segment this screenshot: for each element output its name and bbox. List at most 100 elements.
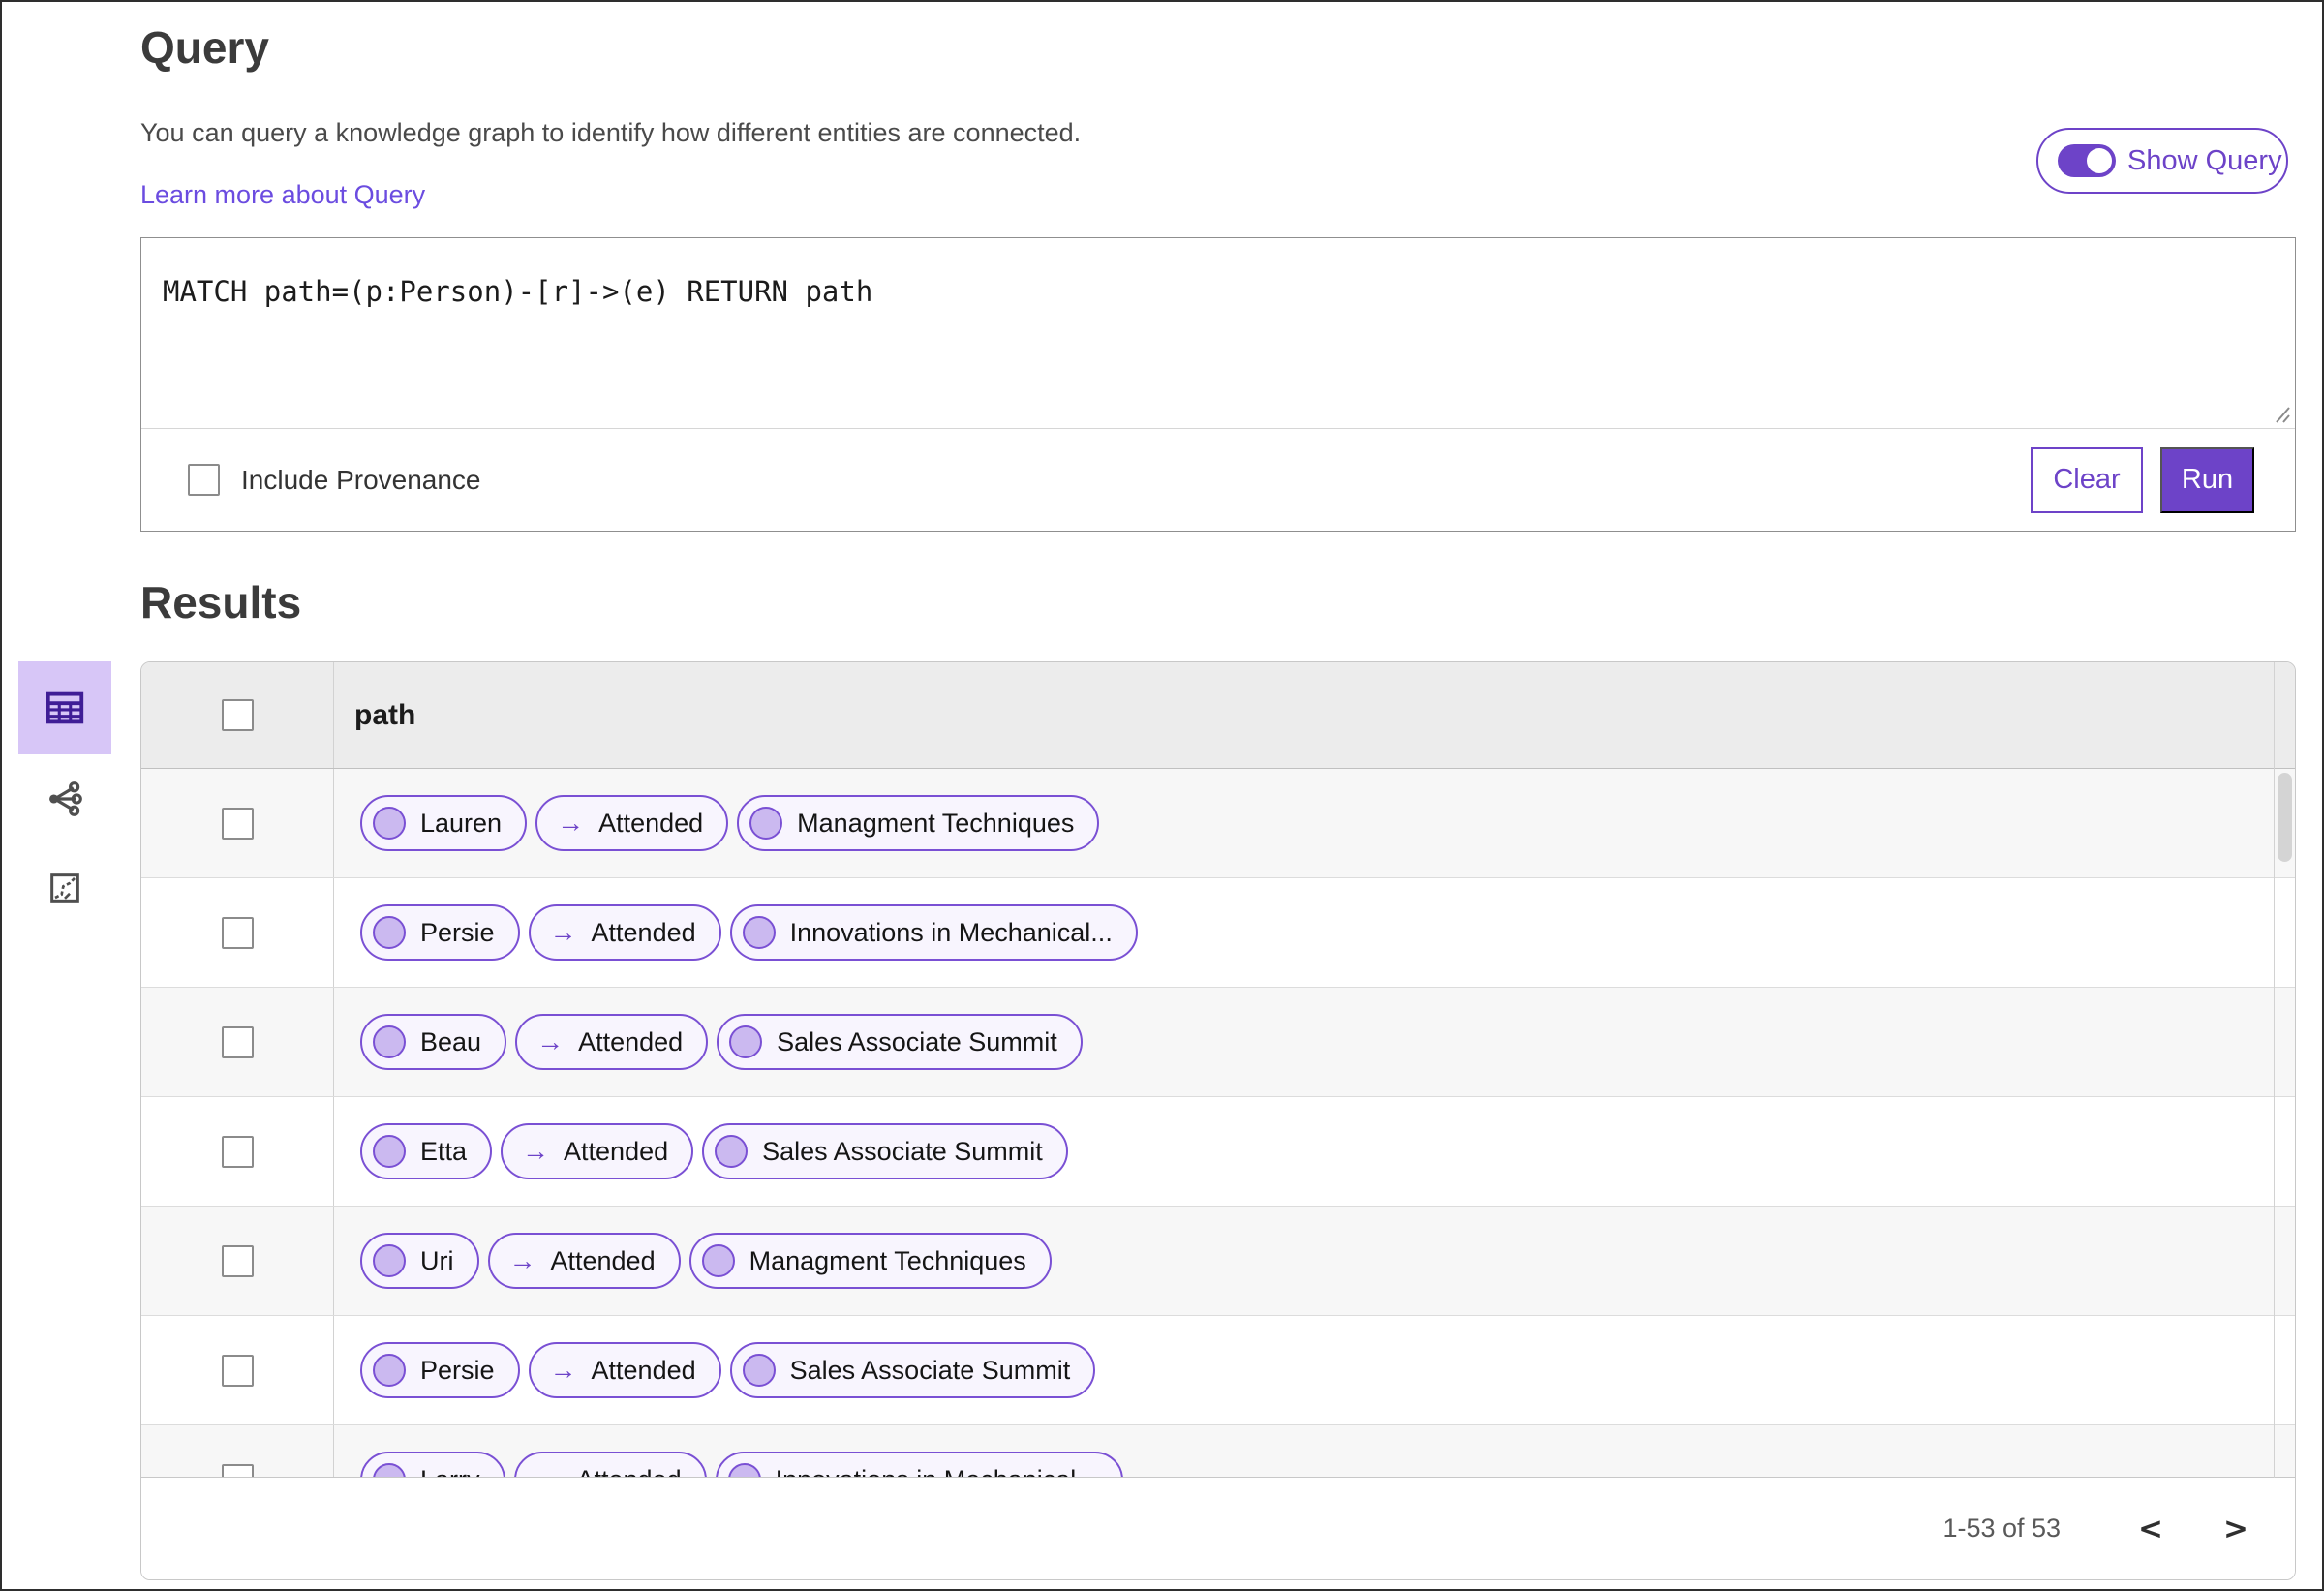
- node-pill[interactable]: Larry: [360, 1452, 505, 1478]
- node-label: Sales Associate Summit: [789, 1355, 1071, 1385]
- table-row[interactable]: Beau → Attended Sales Associate Summit: [141, 988, 2295, 1097]
- node-label: Sales Associate Summit: [762, 1136, 1043, 1166]
- node-label: Larry: [420, 1465, 480, 1479]
- table-row[interactable]: Persie → Attended Innovations in Mechanic…: [141, 878, 2295, 988]
- table-row[interactable]: Lauren → Attended Managment Techniques: [141, 769, 2295, 878]
- row-checkbox-cell: [141, 1207, 334, 1315]
- node-pill[interactable]: Etta: [360, 1123, 493, 1179]
- node-pill[interactable]: Managment Techniques: [737, 795, 1100, 851]
- node-icon: [373, 1135, 406, 1168]
- row-checkbox[interactable]: [221, 1463, 254, 1478]
- arrow-right-icon: →: [522, 1136, 550, 1166]
- page-title: Query: [140, 22, 269, 73]
- node-pill[interactable]: Lauren: [360, 795, 528, 851]
- node-label: Persie: [420, 917, 495, 947]
- table-body: Lauren → Attended Managment Techniques Pe…: [141, 769, 2295, 1478]
- learn-more-link[interactable]: Learn more about Query: [140, 180, 425, 210]
- edge-label: Attended: [598, 808, 704, 838]
- edge-pill[interactable]: → Attended: [513, 1452, 707, 1479]
- row-checkbox[interactable]: [221, 807, 254, 840]
- run-button[interactable]: Run: [2160, 446, 2254, 513]
- toggle-on-icon[interactable]: [2058, 144, 2116, 177]
- query-editor[interactable]: MATCH path=(p:Person)-[r]->(e) RETURN pa…: [141, 238, 2295, 429]
- edge-label: Attended: [550, 1245, 656, 1275]
- page-description: You can query a knowledge graph to ident…: [140, 118, 1082, 147]
- table-view-icon: [46, 691, 84, 724]
- row-checkbox[interactable]: [221, 1354, 254, 1387]
- edge-label: Attended: [591, 1355, 696, 1385]
- vertical-scrollbar[interactable]: [2274, 662, 2295, 1478]
- show-query-label: Show Query: [2127, 144, 2282, 176]
- select-all-cell: [141, 662, 334, 768]
- query-footer: Include Provenance Clear Run: [141, 429, 2295, 531]
- row-checkbox-cell: [141, 988, 334, 1096]
- graph-view-button[interactable]: [18, 754, 111, 843]
- node-pill[interactable]: Innovations in Mechanical...: [729, 904, 1138, 961]
- row-checkbox-cell: [141, 769, 334, 877]
- row-checkbox[interactable]: [221, 916, 254, 949]
- include-provenance-label: Include Provenance: [241, 464, 481, 495]
- node-pill[interactable]: Sales Associate Summit: [702, 1123, 1068, 1179]
- node-icon: [373, 1463, 406, 1478]
- resize-handle-icon[interactable]: [2269, 406, 2290, 423]
- table-row[interactable]: Larry → Attended Innovations in Mechanica…: [141, 1425, 2295, 1478]
- edge-label: Attended: [577, 1465, 682, 1479]
- node-label: Innovations in Mechanical...: [789, 917, 1113, 947]
- show-query-toggle-button[interactable]: Show Query: [2036, 128, 2288, 194]
- node-label: Sales Associate Summit: [777, 1026, 1057, 1056]
- edge-label: Attended: [578, 1026, 684, 1056]
- edge-pill[interactable]: → Attended: [487, 1233, 681, 1289]
- node-icon: [373, 916, 406, 949]
- node-icon: [373, 1244, 406, 1277]
- chevron-left-icon[interactable]: <: [2138, 1512, 2163, 1546]
- table-row[interactable]: Persie → Attended Sales Associate Summit: [141, 1316, 2295, 1425]
- node-label: Beau: [420, 1026, 482, 1056]
- results-title: Results: [140, 577, 302, 627]
- row-checkbox[interactable]: [221, 1135, 254, 1168]
- include-provenance-checkbox[interactable]: [188, 464, 220, 496]
- select-all-checkbox[interactable]: [221, 699, 254, 731]
- node-pill[interactable]: Managment Techniques: [688, 1233, 1052, 1289]
- arrow-right-icon: →: [549, 917, 577, 947]
- node-pill[interactable]: Uri: [360, 1233, 479, 1289]
- table-view-button[interactable]: [18, 661, 111, 754]
- node-pill[interactable]: Persie: [360, 904, 520, 961]
- edge-pill[interactable]: → Attended: [528, 1342, 721, 1398]
- edge-pill[interactable]: → Attended: [535, 795, 729, 851]
- node-label: Uri: [420, 1245, 454, 1275]
- edge-pill[interactable]: → Attended: [528, 904, 721, 961]
- node-pill[interactable]: Innovations in Mechanical...: [715, 1452, 1123, 1478]
- clear-button[interactable]: Clear: [2031, 446, 2143, 513]
- row-checkbox[interactable]: [221, 1025, 254, 1058]
- table-row[interactable]: Uri → Attended Managment Techniques: [141, 1207, 2295, 1316]
- node-pill[interactable]: Sales Associate Summit: [717, 1014, 1083, 1070]
- chart-view-icon: [50, 873, 79, 903]
- arrow-right-icon: →: [549, 1355, 577, 1385]
- table-row[interactable]: Etta → Attended Sales Associate Summit: [141, 1097, 2295, 1207]
- node-pill[interactable]: Persie: [360, 1342, 520, 1398]
- query-input[interactable]: MATCH path=(p:Person)-[r]->(e) RETURN pa…: [163, 275, 2256, 308]
- node-pill[interactable]: Beau: [360, 1014, 507, 1070]
- node-icon: [715, 1135, 749, 1168]
- node-icon: [729, 1025, 763, 1058]
- node-icon: [373, 807, 406, 840]
- row-checkbox-cell: [141, 1097, 334, 1206]
- scrollbar-thumb[interactable]: [2278, 773, 2292, 862]
- arrow-right-icon: →: [535, 1464, 563, 1478]
- arrow-right-icon: →: [557, 808, 585, 838]
- row-checkbox[interactable]: [221, 1244, 254, 1277]
- chevron-right-icon[interactable]: >: [2223, 1512, 2248, 1546]
- node-icon: [373, 1354, 406, 1387]
- row-checkbox-cell: [141, 878, 334, 987]
- edge-pill[interactable]: → Attended: [515, 1014, 709, 1070]
- chart-view-button[interactable]: [18, 843, 111, 933]
- node-label: Lauren: [420, 808, 503, 838]
- edge-pill[interactable]: → Attended: [501, 1123, 694, 1179]
- pagination-bar: 1-53 of 53 < >: [141, 1477, 2295, 1579]
- table-header-row: path: [141, 662, 2295, 769]
- node-icon: [727, 1463, 761, 1478]
- node-pill[interactable]: Sales Associate Summit: [729, 1342, 1096, 1398]
- graph-view-icon: [49, 781, 82, 816]
- results-view-sidebar: [18, 661, 111, 933]
- results-table: path Lauren → Attended Managment Techniqu…: [140, 661, 2296, 1580]
